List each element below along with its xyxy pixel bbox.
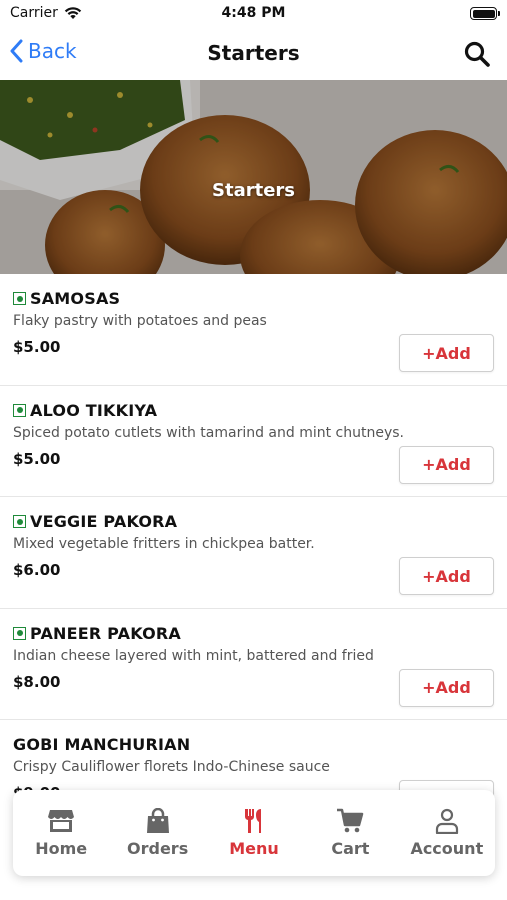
tab-label: Cart (331, 839, 370, 858)
add-button[interactable]: +Add (399, 334, 494, 372)
tab-bar: Home Orders Menu Cart Account (13, 790, 495, 876)
item-name-row: ALOO TIKKIYA (13, 401, 157, 420)
item-name: SAMOSAS (30, 289, 121, 308)
bag-icon (146, 808, 169, 833)
menu-item: ALOO TIKKIYA Spiced potato cutlets with … (0, 386, 507, 497)
item-price: $8.00 (13, 672, 61, 691)
tab-account[interactable]: Account (399, 790, 495, 876)
add-button[interactable]: +Add (399, 445, 494, 484)
battery-icon (470, 7, 500, 20)
cart-icon (337, 808, 364, 833)
tab-cart[interactable]: Cart (302, 790, 398, 876)
item-description: Flaky pastry with potatoes and peas (13, 313, 267, 329)
item-name-row: SAMOSAS (13, 289, 120, 308)
veg-icon (13, 403, 26, 417)
tab-label: Menu (229, 839, 279, 858)
starters-photo (0, 80, 507, 274)
tab-label: Home (35, 839, 88, 858)
back-button[interactable]: Back (10, 39, 77, 63)
category-banner: Starters (0, 80, 507, 274)
item-description: Crispy Cauliflower florets Indo-Chinese … (13, 759, 330, 775)
item-name: ALOO TIKKIYA (30, 400, 158, 420)
menu-list[interactable]: SAMOSAS Flaky pastry with potatoes and p… (0, 274, 507, 804)
veg-icon (13, 626, 26, 640)
add-button[interactable]: +Add (399, 668, 494, 707)
item-name: PANEER PAKORA (30, 623, 182, 643)
item-description: Mixed vegetable fritters in chickpea bat… (13, 536, 315, 552)
tab-orders[interactable]: Orders (109, 790, 205, 876)
item-description: Indian cheese layered with mint, battere… (13, 647, 374, 664)
menu-item: VEGGIE PAKORA Mixed vegetable fritters i… (0, 497, 507, 609)
clock: 4:48 PM (221, 5, 286, 21)
banner-title: Starters (212, 180, 295, 201)
user-icon (435, 808, 458, 834)
veg-icon (13, 515, 26, 528)
search-icon[interactable] (463, 40, 491, 68)
item-name-row: PANEER PAKORA (13, 624, 181, 643)
tab-menu[interactable]: Menu (206, 790, 302, 876)
item-price: $5.00 (13, 449, 61, 468)
item-name: VEGGIE PAKORA (30, 512, 178, 531)
item-description: Spiced potato cutlets with tamarind and … (13, 424, 405, 441)
veg-icon (13, 292, 26, 305)
tab-home[interactable]: Home (13, 790, 109, 876)
utensils-icon (245, 809, 262, 833)
back-label: Back (28, 39, 77, 63)
tab-label: Orders (127, 839, 189, 858)
item-name-row: VEGGIE PAKORA (13, 512, 177, 531)
item-name: GOBI MANCHURIAN (13, 735, 191, 754)
navigation-bar: Back Starters (0, 28, 507, 80)
item-price: $5.00 (13, 338, 61, 356)
tab-label: Account (410, 839, 484, 858)
menu-item: SAMOSAS Flaky pastry with potatoes and p… (0, 274, 507, 386)
add-button[interactable]: +Add (399, 557, 494, 595)
menu-item: PANEER PAKORA Indian cheese layered with… (0, 609, 507, 720)
item-price: $6.00 (13, 561, 61, 579)
item-name-row: GOBI MANCHURIAN (13, 735, 190, 754)
status-bar: Carrier 4:48 PM (0, 0, 507, 28)
chevron-left-icon (10, 39, 23, 63)
store-icon (48, 810, 75, 832)
